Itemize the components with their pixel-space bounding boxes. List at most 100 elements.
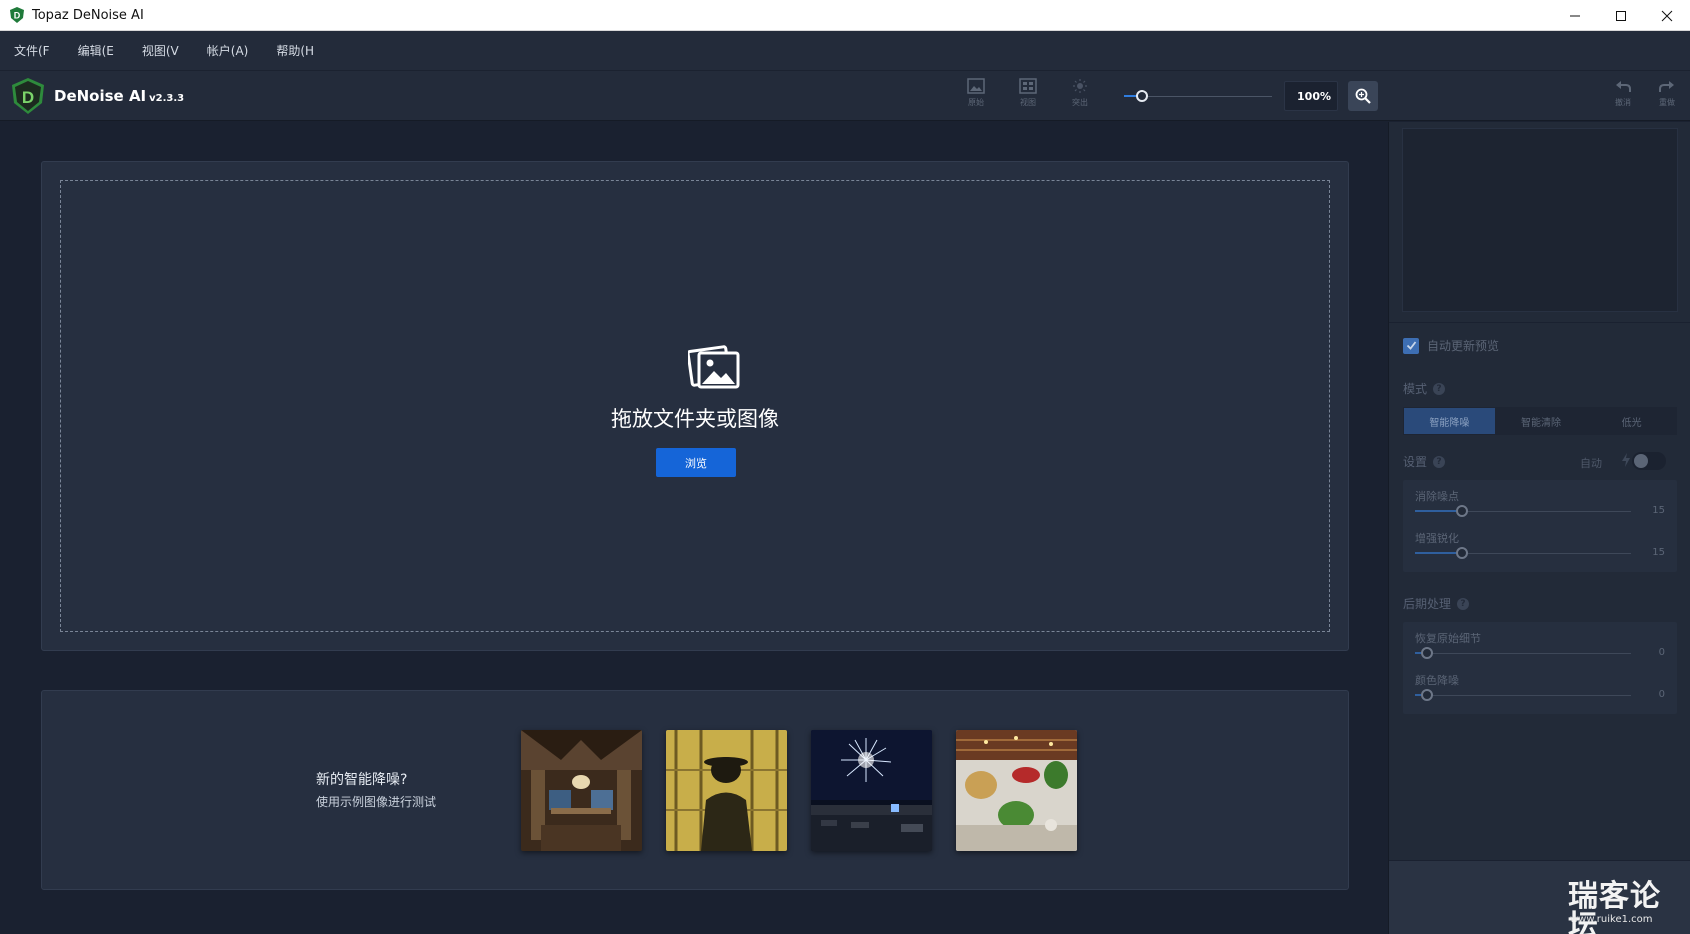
highlight-button[interactable]: 突出	[1060, 78, 1100, 114]
title-bar: D Topaz DeNoise AI	[0, 0, 1690, 31]
menu-account[interactable]: 帐户(A)	[207, 42, 249, 59]
browse-button[interactable]: 浏览	[656, 448, 736, 477]
sample-plants-image	[956, 730, 1077, 851]
remove-noise-value: 15	[1652, 505, 1665, 516]
sun-icon	[1073, 79, 1087, 93]
maximize-button[interactable]	[1598, 0, 1644, 31]
remove-noise-label: 消除噪点	[1415, 490, 1459, 503]
mode-help-icon[interactable]: ?	[1433, 382, 1446, 395]
mode-section: 模式 ?	[1403, 380, 1446, 397]
post-processing-label: 后期处理	[1403, 597, 1452, 611]
sharpen-value: 15	[1652, 547, 1665, 558]
post-processing-section: 后期处理 ?	[1403, 595, 1470, 612]
minimize-icon	[1570, 15, 1580, 16]
brand-name: DeNoise AI	[54, 87, 147, 105]
app-logo-icon: D	[10, 7, 24, 23]
recover-detail-label: 恢复原始细节	[1415, 632, 1481, 645]
original-view-label: 原始	[968, 98, 984, 107]
sample-fireworks-image	[811, 730, 932, 851]
recover-detail-slider[interactable]: 恢复原始细节 0	[1415, 630, 1665, 670]
check-icon	[1406, 341, 1416, 350]
undo-label: 撤消	[1615, 98, 1631, 107]
sample-silhouette-image	[666, 730, 787, 851]
toolbar: D DeNoise AI v2.3.3 原始 视图 突出 100% 撤消 重做	[0, 71, 1690, 121]
auto-update-checkbox[interactable]	[1403, 337, 1419, 354]
original-view-button[interactable]: 原始	[956, 78, 996, 114]
watermark-text: 瑞客论坛	[1568, 879, 1661, 934]
redo-label: 重做	[1659, 98, 1675, 107]
drop-zone[interactable]: 拖放文件夹或图像 浏览	[60, 180, 1330, 632]
recover-detail-track	[1415, 653, 1631, 654]
redo-button[interactable]: 重做	[1647, 78, 1687, 114]
menu-bar: 文件(F 编辑(E 视图(V 帐户(A) 帮助(H	[0, 31, 1690, 71]
samples-title: 新的智能降噪?	[316, 772, 408, 788]
brand-version: v2.3.3	[149, 92, 185, 104]
image-icon	[967, 78, 985, 94]
post-help-icon[interactable]: ?	[1457, 597, 1470, 610]
samples-subtitle: 使用示例图像进行测试	[316, 795, 437, 809]
compare-view-button[interactable]: 视图	[1008, 78, 1048, 114]
svg-text:D: D	[14, 11, 21, 21]
sample-image-fireworks[interactable]	[811, 730, 932, 851]
close-button[interactable]	[1644, 0, 1690, 31]
sharpen-fill	[1415, 552, 1462, 554]
drop-text: 拖放文件夹或图像	[611, 407, 779, 431]
sample-image-plants[interactable]	[956, 730, 1077, 851]
mode-tab-low-light[interactable]: 低光	[1586, 407, 1677, 435]
settings-help-icon[interactable]: ?	[1433, 455, 1446, 468]
mode-tabs: 智能降噪 智能清除 低光	[1403, 407, 1677, 435]
menu-edit[interactable]: 编辑(E	[78, 42, 114, 59]
side-divider	[1389, 322, 1690, 323]
close-icon	[1661, 10, 1673, 21]
mode-tab-ai-denoise[interactable]: 智能降噪	[1404, 408, 1495, 434]
sample-image-interior[interactable]	[521, 730, 642, 851]
recover-detail-value: 0	[1658, 647, 1665, 658]
auto-toggle-knob	[1634, 454, 1648, 468]
images-icon	[688, 345, 740, 389]
auto-update-label: 自动更新预览	[1427, 339, 1500, 353]
bolt-icon	[1622, 453, 1630, 467]
menu-view[interactable]: 视图(V	[142, 42, 179, 59]
denoise-logo-icon: D	[12, 78, 44, 114]
undo-icon	[1616, 81, 1631, 92]
window-title: Topaz DeNoise AI	[32, 7, 144, 23]
grid-view-icon	[1019, 78, 1037, 94]
color-noise-slider[interactable]: 颜色降噪 0	[1415, 672, 1665, 712]
settings-panel: 自动更新预览 模式 ? 智能降噪 智能清除 低光 设置 ? 自动 消除噪点 15…	[1388, 122, 1690, 934]
compare-view-label: 视图	[1020, 98, 1036, 107]
zoom-slider[interactable]	[1124, 90, 1272, 102]
sample-panel: 新的智能降噪? 使用示例图像进行测试	[41, 690, 1349, 890]
svg-text:D: D	[22, 88, 34, 107]
maximize-icon	[1616, 10, 1626, 21]
zoom-value-field[interactable]: 100%	[1284, 81, 1338, 111]
menu-help[interactable]: 帮助(H	[276, 42, 314, 59]
mode-tab-ai-clear[interactable]: 智能清除	[1496, 407, 1587, 435]
recover-detail-thumb[interactable]	[1421, 647, 1433, 659]
sample-image-silhouette[interactable]	[666, 730, 787, 851]
remove-noise-thumb[interactable]	[1455, 505, 1468, 517]
sample-interior-image	[521, 730, 642, 851]
menu-file[interactable]: 文件(F	[14, 42, 50, 59]
sharpen-thumb[interactable]	[1455, 547, 1468, 559]
navigator-preview	[1402, 128, 1678, 312]
highlight-label: 突出	[1072, 98, 1088, 107]
redo-icon	[1659, 81, 1674, 92]
main-area: 拖放文件夹或图像 浏览 新的智能降噪? 使用示例图像进行测试	[0, 122, 1388, 934]
color-noise-value: 0	[1658, 689, 1665, 700]
watermark-url: www.ruike1.com	[1570, 914, 1653, 925]
zoom-slider-thumb[interactable]	[1135, 90, 1148, 102]
window-controls	[1552, 0, 1690, 31]
remove-noise-fill	[1415, 510, 1462, 512]
sharpen-slider[interactable]: 增强锐化 15	[1415, 530, 1665, 570]
auto-update-preview[interactable]: 自动更新预览	[1403, 337, 1499, 354]
settings-section: 设置 ?	[1403, 453, 1446, 470]
minimize-button[interactable]	[1552, 0, 1598, 31]
auto-toggle[interactable]	[1632, 452, 1666, 470]
zoom-button[interactable]	[1348, 81, 1378, 111]
undo-button[interactable]: 撤消	[1603, 78, 1643, 114]
remove-noise-slider[interactable]: 消除噪点 15	[1415, 488, 1665, 528]
magnifier-icon	[1355, 88, 1371, 104]
app-window: D Topaz DeNoise AI 文件(F 编辑(E 视图(V 帐户(A) …	[0, 0, 1690, 934]
brand: D DeNoise AI v2.3.3	[10, 77, 184, 115]
color-noise-thumb[interactable]	[1421, 689, 1433, 701]
